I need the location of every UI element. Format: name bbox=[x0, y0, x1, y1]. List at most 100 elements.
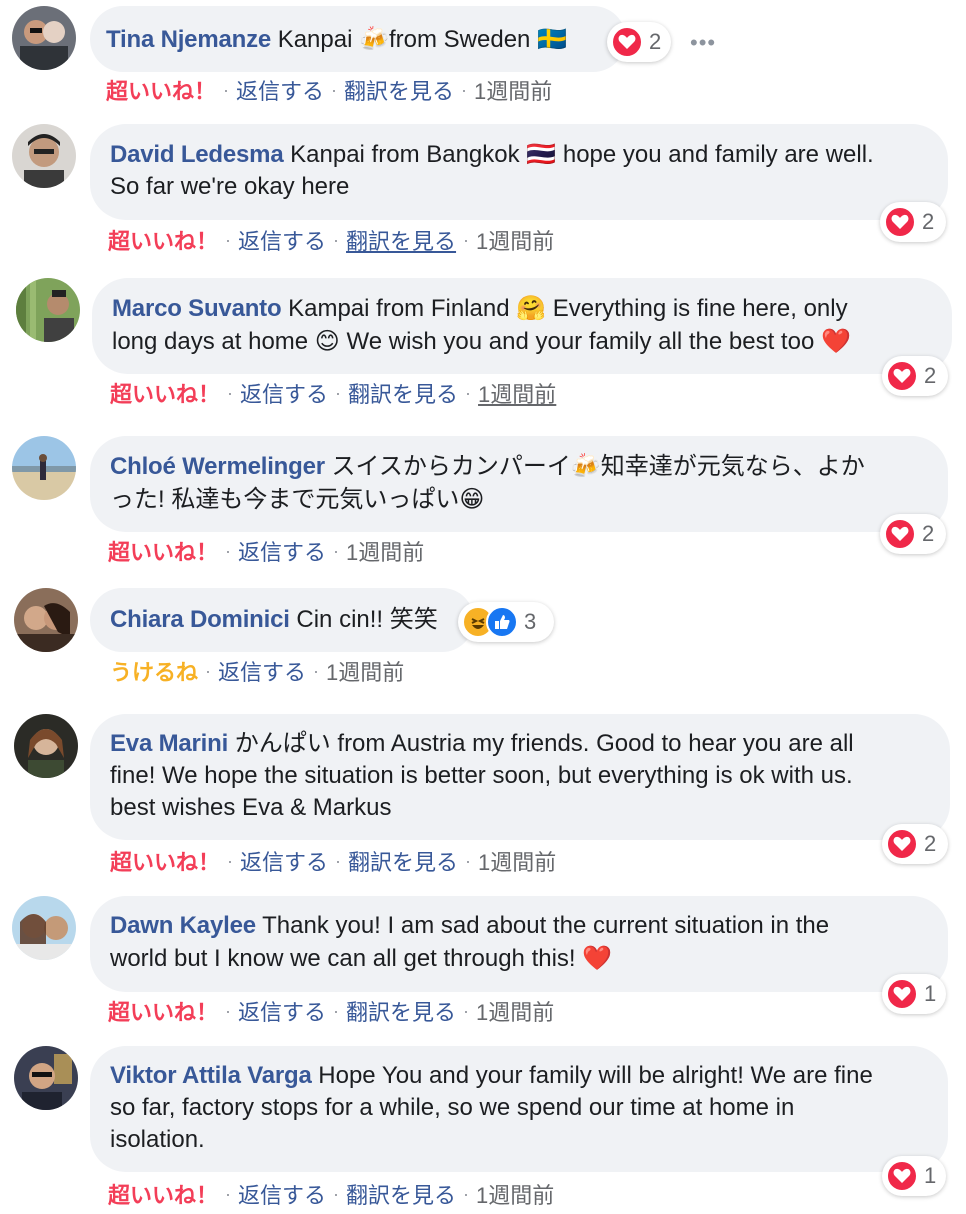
avatar[interactable] bbox=[14, 714, 78, 778]
more-options-icon[interactable]: ••• bbox=[690, 30, 716, 56]
separator: · bbox=[465, 850, 472, 871]
separator: · bbox=[333, 1000, 340, 1021]
comment-text-line: fine! We hope the situation is better so… bbox=[110, 762, 853, 789]
translate-link[interactable]: 翻訳を見る bbox=[344, 74, 454, 106]
separator: · bbox=[333, 1183, 340, 1204]
comment-bubble: Tina Njemanze Kanpai 🍻from Sweden 🇸🇪 bbox=[90, 6, 626, 72]
reaction-count: 1 bbox=[924, 981, 937, 1006]
comment-text-line: world but I know we can all get through … bbox=[110, 945, 576, 972]
avatar[interactable] bbox=[12, 436, 76, 500]
commenter-name[interactable]: Dawn Kaylee bbox=[110, 912, 256, 939]
commenter-name[interactable]: Chloé Wermelinger bbox=[110, 453, 325, 480]
comment-feed: Tina Njemanze Kanpai 🍻from Sweden 🇸🇪 2 •… bbox=[0, 0, 966, 1214]
comment-actions: うけるね · 返信する · 1週間前 bbox=[110, 655, 404, 687]
reacted-label[interactable]: うけるね bbox=[110, 655, 198, 687]
reaction-count: 1 bbox=[924, 1163, 937, 1188]
reply-link[interactable]: 返信する bbox=[236, 74, 324, 106]
heart-icon bbox=[886, 978, 918, 1010]
translate-link[interactable]: 翻訳を見る bbox=[346, 224, 456, 256]
heart-icon bbox=[884, 206, 916, 238]
reaction-count: 2 bbox=[922, 521, 935, 546]
reaction-count: 3 bbox=[524, 609, 537, 634]
separator: · bbox=[313, 660, 320, 681]
reaction-summary[interactable]: 2 bbox=[882, 356, 948, 396]
reaction-count: 2 bbox=[649, 29, 662, 54]
reply-link[interactable]: 返信する bbox=[238, 1178, 326, 1210]
comment-text: Thank you! I am sad about the current si… bbox=[262, 912, 830, 939]
comment-text: Kanpai bbox=[277, 26, 353, 53]
translate-link[interactable]: 翻訳を見る bbox=[348, 845, 458, 877]
heart-icon bbox=[886, 828, 918, 860]
avatar[interactable] bbox=[16, 278, 80, 342]
timestamp[interactable]: 1週間前 bbox=[346, 535, 424, 567]
commenter-name[interactable]: Viktor Attila Varga bbox=[110, 1062, 312, 1089]
commenter-name[interactable]: Chiara Dominici bbox=[110, 606, 290, 633]
reacted-label[interactable]: 超いいね！ bbox=[106, 74, 216, 106]
reaction-summary[interactable]: 3 bbox=[458, 602, 554, 642]
reply-link[interactable]: 返信する bbox=[238, 995, 326, 1027]
comment-text: スイスからカンパーイ bbox=[331, 453, 571, 480]
avatar[interactable] bbox=[14, 1046, 78, 1110]
reply-link[interactable]: 返信する bbox=[238, 535, 326, 567]
comment-text: Everything is fine here, only bbox=[552, 295, 848, 322]
separator: · bbox=[463, 1183, 470, 1204]
timestamp[interactable]: 1週間前 bbox=[478, 377, 556, 409]
reaction-summary[interactable]: 2 bbox=[880, 202, 946, 242]
comment-text: 知幸達が元気なら、よか bbox=[600, 453, 865, 480]
reply-link[interactable]: 返信する bbox=[240, 377, 328, 409]
reply-link[interactable]: 返信する bbox=[218, 655, 306, 687]
commenter-name[interactable]: Tina Njemanze bbox=[106, 26, 271, 53]
timestamp[interactable]: 1週間前 bbox=[476, 1178, 554, 1210]
separator: · bbox=[205, 660, 212, 681]
reaction-summary[interactable]: 2 bbox=[607, 22, 671, 62]
separator: · bbox=[225, 1183, 232, 1204]
separator: · bbox=[227, 850, 234, 871]
red-heart-emoji-icon: ❤️ bbox=[582, 944, 613, 972]
commenter-name[interactable]: Eva Marini bbox=[110, 730, 228, 757]
timestamp[interactable]: 1週間前 bbox=[474, 74, 552, 106]
timestamp[interactable]: 1週間前 bbox=[476, 224, 554, 256]
translate-link[interactable]: 翻訳を見る bbox=[348, 377, 458, 409]
comment-text-line: So far we're okay here bbox=[110, 173, 350, 200]
comment-text-line: best wishes Eva & Markus bbox=[110, 794, 392, 821]
reaction-summary[interactable]: 2 bbox=[880, 514, 946, 554]
comment-bubble: Dawn Kaylee Thank you! I am sad about th… bbox=[90, 896, 948, 992]
timestamp[interactable]: 1週間前 bbox=[326, 655, 404, 687]
avatar[interactable] bbox=[12, 124, 76, 188]
reacted-label[interactable]: 超いいね！ bbox=[108, 535, 218, 567]
reaction-summary[interactable]: 2 bbox=[882, 824, 948, 864]
reaction-summary[interactable]: 1 bbox=[882, 1156, 946, 1196]
separator: · bbox=[223, 79, 230, 100]
heart-icon bbox=[886, 1160, 918, 1192]
comment-bubble: Viktor Attila Varga Hope You and your fa… bbox=[90, 1046, 948, 1172]
avatar[interactable] bbox=[12, 6, 76, 70]
heart-icon bbox=[611, 26, 643, 58]
comment-actions: 超いいね！ · 返信する · 翻訳を見る · 1週間前 bbox=[108, 995, 554, 1027]
avatar[interactable] bbox=[14, 588, 78, 652]
reacted-label[interactable]: 超いいね！ bbox=[110, 845, 220, 877]
separator: · bbox=[333, 229, 340, 250]
reply-link[interactable]: 返信する bbox=[240, 845, 328, 877]
beer-emoji-icon: 🍻 bbox=[359, 25, 389, 53]
reacted-label[interactable]: 超いいね！ bbox=[110, 377, 220, 409]
reaction-summary[interactable]: 1 bbox=[882, 974, 946, 1014]
reacted-label[interactable]: 超いいね！ bbox=[108, 224, 218, 256]
reply-link[interactable]: 返信する bbox=[238, 224, 326, 256]
avatar[interactable] bbox=[12, 896, 76, 960]
reacted-label[interactable]: 超いいね！ bbox=[108, 1178, 218, 1210]
translate-link[interactable]: 翻訳を見る bbox=[346, 995, 456, 1027]
commenter-name[interactable]: Marco Suvanto bbox=[112, 295, 282, 322]
comment-text: Kanpai from Bangkok bbox=[290, 141, 520, 168]
thumbs-up-icon bbox=[486, 606, 518, 638]
reacted-label[interactable]: 超いいね！ bbox=[108, 995, 218, 1027]
translate-link[interactable]: 翻訳を見る bbox=[346, 1178, 456, 1210]
timestamp[interactable]: 1週間前 bbox=[478, 845, 556, 877]
separator: · bbox=[227, 382, 234, 403]
comment-actions: 超いいね！ · 返信する · 翻訳を見る · 1週間前 bbox=[110, 845, 556, 877]
separator: · bbox=[225, 540, 232, 561]
timestamp[interactable]: 1週間前 bbox=[476, 995, 554, 1027]
comment-text: かんぱい from Austria my friends. Good to he… bbox=[234, 730, 854, 757]
reaction-count: 2 bbox=[924, 363, 937, 388]
comment-bubble: Eva Marini かんぱい from Austria my friends.… bbox=[90, 714, 950, 840]
commenter-name[interactable]: David Ledesma bbox=[110, 141, 284, 168]
